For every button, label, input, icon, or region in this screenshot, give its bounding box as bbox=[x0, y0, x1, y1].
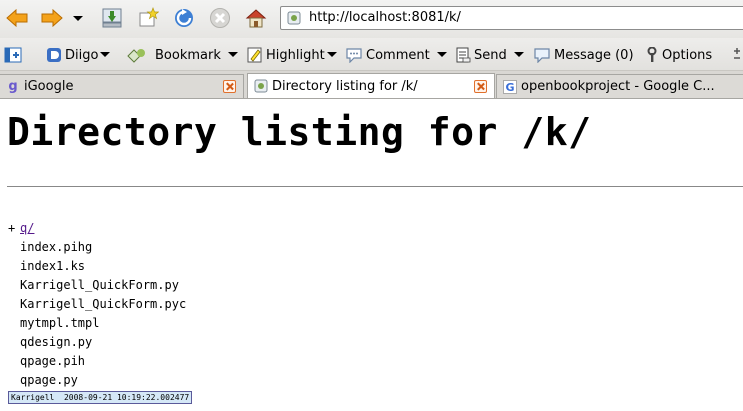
page-icon bbox=[254, 79, 268, 93]
folder-row: + q/ bbox=[8, 219, 186, 238]
send-icon bbox=[456, 47, 471, 63]
server-footer-badge: Karrigell 2008-09-21 10:19:22.002477 bbox=[8, 391, 193, 404]
expand-marker[interactable]: + bbox=[8, 219, 20, 238]
message-button[interactable]: Message (0) bbox=[533, 45, 634, 65]
file-item: qdesign.py bbox=[20, 335, 93, 349]
diigo-menu-button[interactable]: Diigo bbox=[46, 45, 98, 65]
bookmark-label: Bookmark bbox=[155, 47, 221, 63]
home-icon bbox=[245, 9, 267, 28]
navigation-bar: http://localhost:8081/k/ bbox=[0, 0, 743, 38]
new-bookmark-button[interactable] bbox=[134, 5, 162, 31]
message-bubble-icon bbox=[534, 48, 550, 63]
highlight-button[interactable]: Highlight bbox=[247, 45, 325, 65]
url-bar[interactable]: http://localhost:8081/k/ bbox=[280, 6, 743, 30]
home-button[interactable] bbox=[242, 5, 270, 31]
url-text: http://localhost:8081/k/ bbox=[309, 10, 461, 25]
comment-icon bbox=[346, 48, 362, 63]
message-label: Message (0) bbox=[554, 47, 634, 63]
svg-text:G: G bbox=[505, 81, 514, 94]
bookmark-icon bbox=[127, 49, 145, 63]
overflow-icon bbox=[734, 48, 740, 59]
download-icon bbox=[102, 8, 122, 28]
file-item: index1.ks bbox=[20, 259, 86, 273]
wrench-icon bbox=[647, 47, 657, 62]
sidebar-icon bbox=[4, 47, 22, 63]
diigo-dropdown-icon[interactable] bbox=[100, 52, 110, 57]
toolbar-overflow-button[interactable] bbox=[732, 45, 743, 65]
comment-label: Comment bbox=[366, 47, 430, 63]
tab-label: iGoogle bbox=[24, 79, 74, 94]
back-arrow-icon bbox=[6, 9, 28, 27]
tab-igoogle[interactable]: g iGoogle bbox=[0, 74, 244, 98]
file-item: index.pihg bbox=[20, 240, 93, 254]
tab-label: openbookproject - Google C... bbox=[521, 79, 715, 94]
forward-button[interactable] bbox=[38, 5, 66, 31]
folder-link[interactable]: q/ bbox=[20, 221, 34, 235]
bookmark-button[interactable]: Bookmark bbox=[126, 45, 221, 65]
file-item: qpage.py bbox=[20, 373, 78, 387]
download-button[interactable] bbox=[98, 5, 126, 31]
back-button[interactable] bbox=[3, 5, 31, 31]
close-tab-icon[interactable] bbox=[223, 80, 236, 93]
site-identity-icon bbox=[287, 11, 301, 25]
chevron-down-icon bbox=[73, 15, 83, 21]
comment-button[interactable]: Comment bbox=[345, 45, 430, 65]
file-item: Karrigell_QuickForm.py bbox=[20, 278, 179, 292]
reload-button[interactable] bbox=[170, 5, 198, 31]
reload-icon bbox=[175, 9, 193, 27]
stop-button[interactable] bbox=[206, 5, 234, 31]
send-dropdown-icon[interactable] bbox=[514, 52, 524, 57]
bookmark-dropdown-icon[interactable] bbox=[228, 52, 238, 57]
file-item: qpage.pih bbox=[20, 354, 86, 368]
diigo-logo-icon bbox=[47, 48, 61, 62]
directory-list: + q/ index.pihg index1.ks Karrigell_Quick… bbox=[8, 219, 186, 390]
highlighter-icon bbox=[247, 47, 262, 63]
tab-openbookproject[interactable]: G openbookproject - Google C... bbox=[496, 74, 743, 98]
file-item: mytmpl.tmpl bbox=[20, 316, 100, 330]
sidebar-toggle-button[interactable] bbox=[4, 45, 25, 65]
forward-arrow-icon bbox=[41, 9, 63, 27]
star-page-icon bbox=[139, 7, 159, 27]
comment-dropdown-icon[interactable] bbox=[437, 52, 447, 57]
diigo-toolbar: Diigo Bookmark Highlight Comment Send Me… bbox=[0, 38, 743, 71]
history-dropdown[interactable] bbox=[70, 5, 86, 31]
tab-bar: g iGoogle Directory listing for /k/ G op… bbox=[0, 71, 743, 99]
google-g-icon: g bbox=[8, 79, 18, 94]
close-tab-icon[interactable] bbox=[474, 79, 487, 93]
tab-directory-listing[interactable]: Directory listing for /k/ bbox=[247, 73, 495, 98]
send-button[interactable]: Send bbox=[455, 45, 507, 65]
highlight-label: Highlight bbox=[266, 47, 325, 63]
page-title: Directory listing for /k/ bbox=[7, 110, 592, 154]
send-label: Send bbox=[474, 47, 507, 63]
file-item: Karrigell_QuickForm.pyc bbox=[20, 297, 187, 311]
stop-icon bbox=[210, 8, 230, 28]
page-content: Directory listing for /k/ + q/ index.pihg… bbox=[0, 99, 743, 411]
diigo-label: Diigo bbox=[65, 47, 99, 63]
options-label: Options bbox=[662, 47, 713, 63]
options-button[interactable]: Options bbox=[645, 45, 712, 65]
tab-label: Directory listing for /k/ bbox=[272, 78, 418, 94]
horizontal-rule bbox=[7, 186, 743, 187]
google-g-icon: G bbox=[503, 79, 517, 94]
highlight-dropdown-icon[interactable] bbox=[327, 52, 337, 57]
